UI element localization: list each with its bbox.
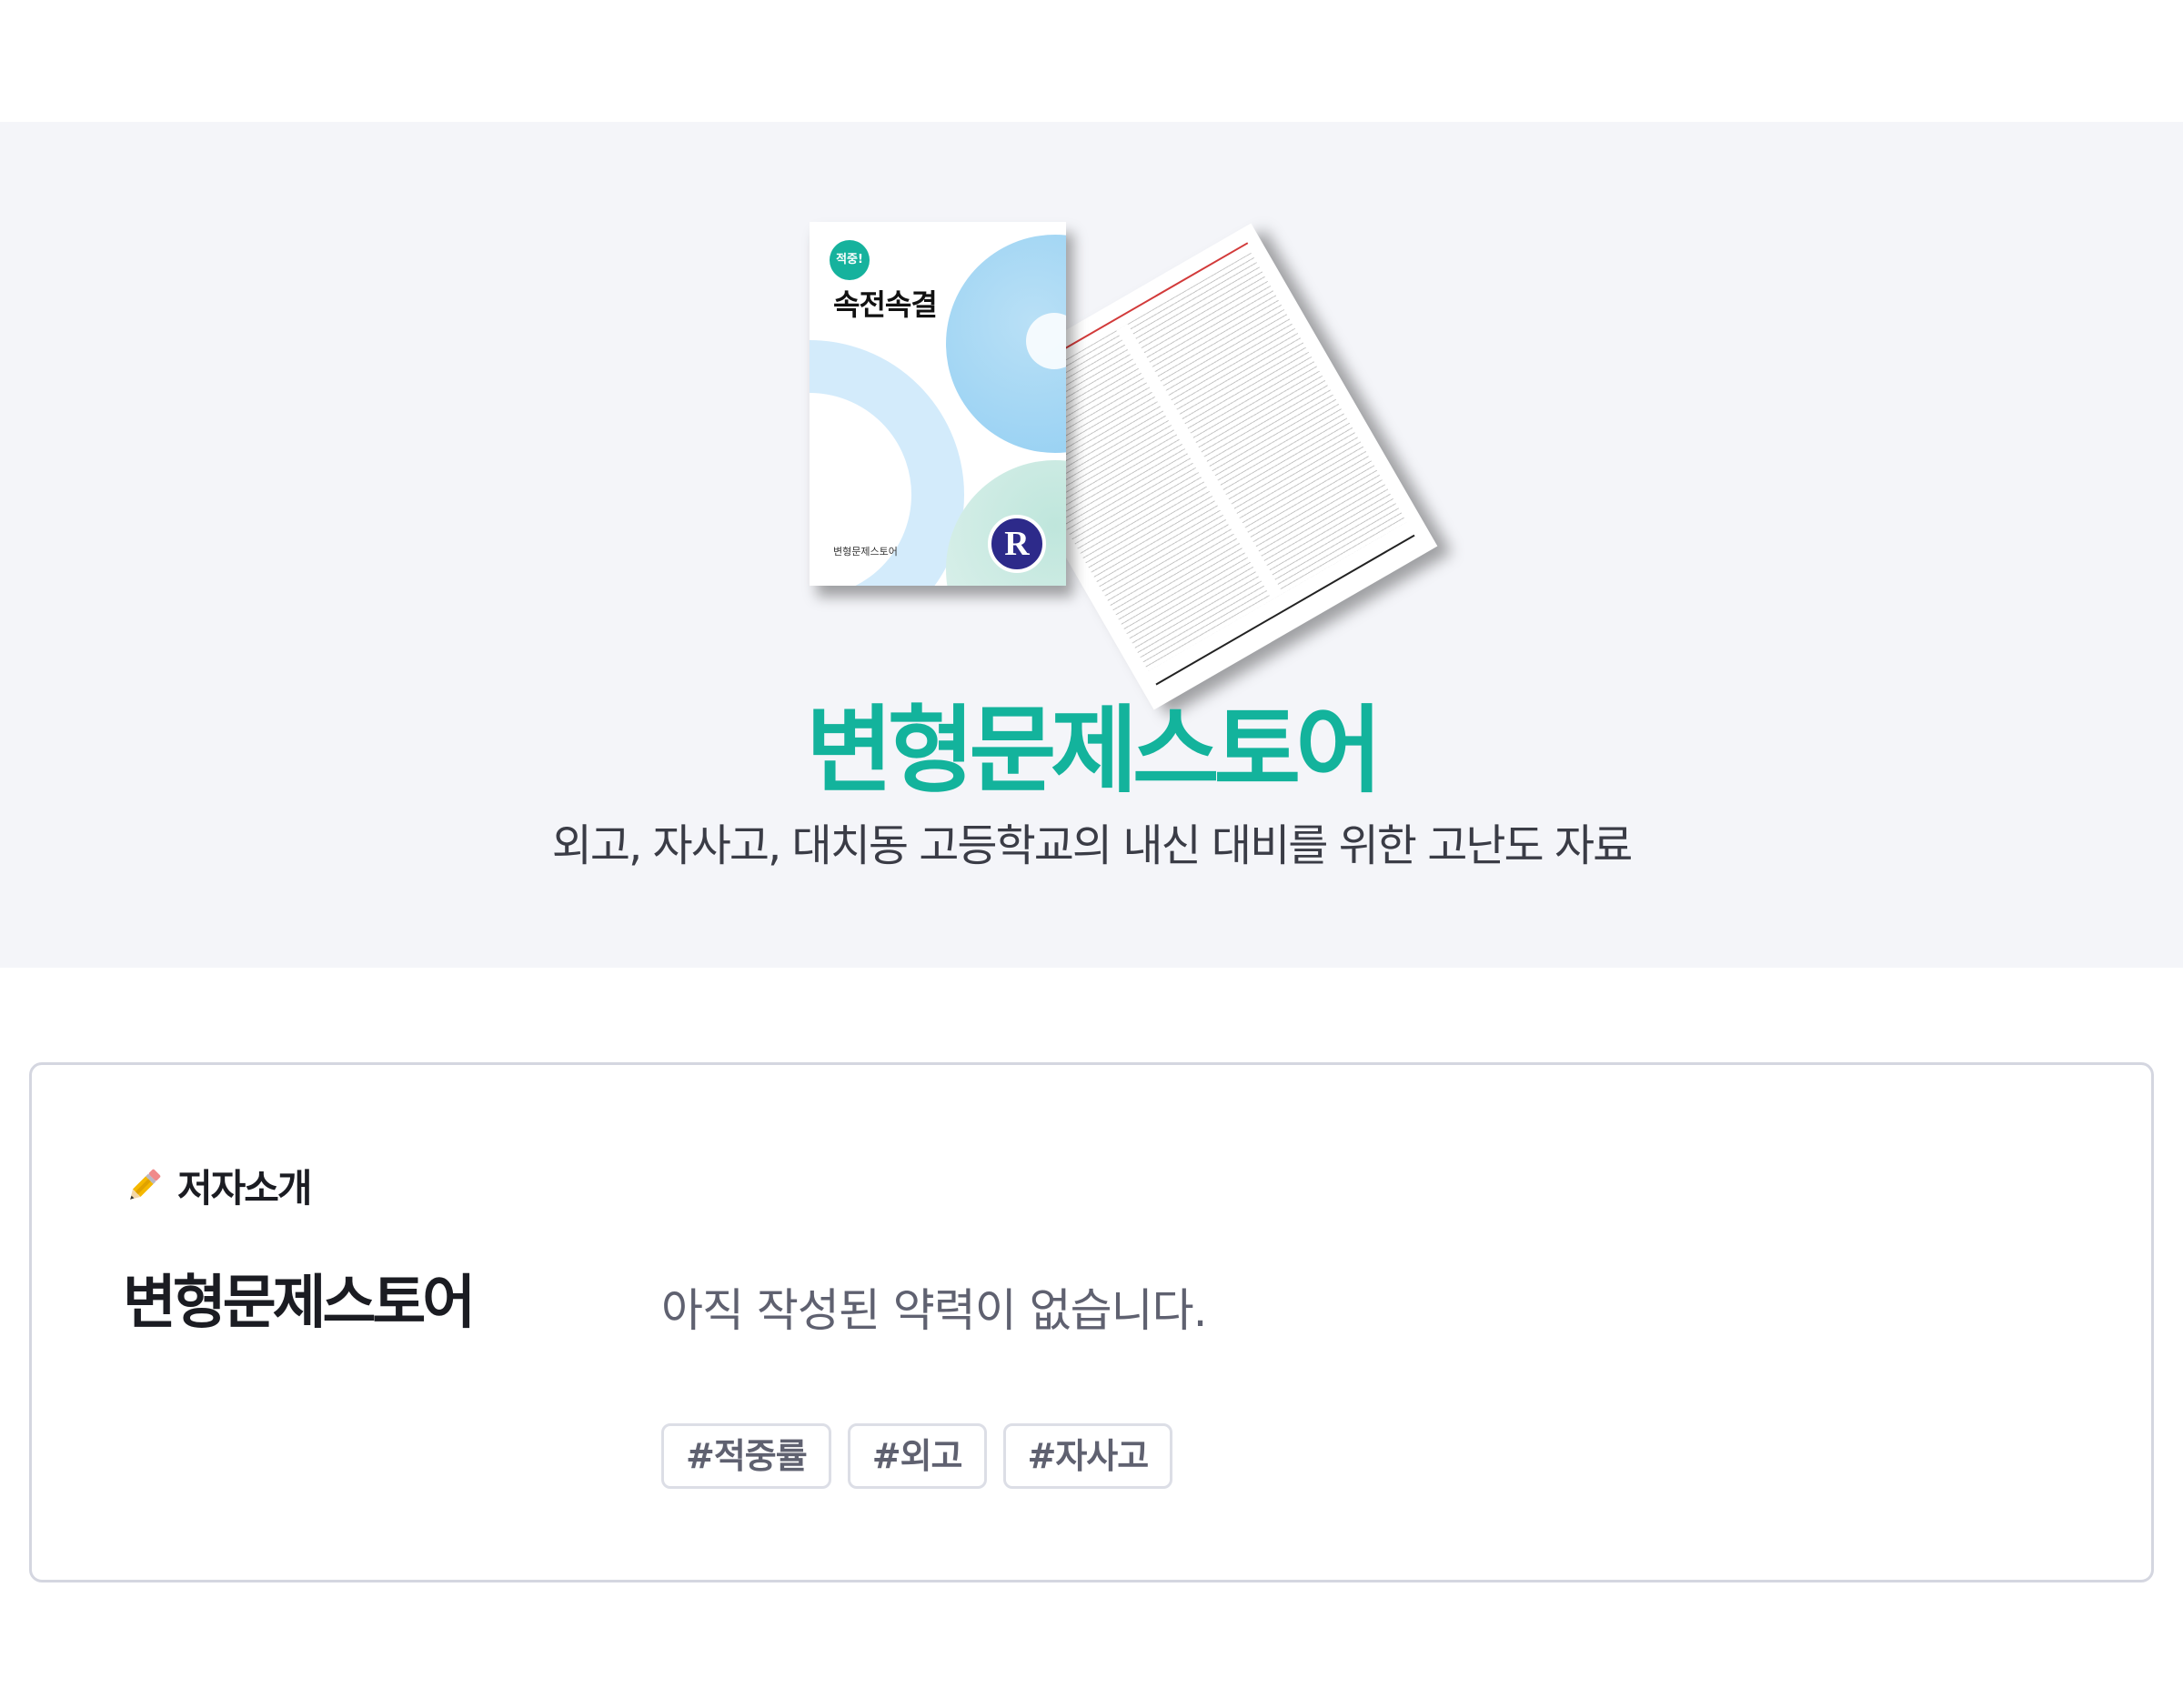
book-badge: 적중! [830,240,870,280]
book-publisher: 변형문제스토어 [833,546,898,558]
store-title: 변형문제스토어 [806,695,1383,806]
hero-illustration: 적중! 속전속결 변형문제스토어 R [800,207,1438,710]
tag-chip[interactable]: #외고 [847,1423,987,1489]
tag-chip[interactable]: #자사고 [1002,1423,1173,1489]
book-cover-image: 적중! 속전속결 변형문제스토어 R [810,222,1066,586]
author-card: 저자소개 변형문제스토어 아직 작성된 약력이 없습니다. #적중률 #외고 #… [29,1062,2154,1582]
author-section-header: 저자소개 [123,1158,313,1213]
store-subtitle: 외고, 자사고, 대치동 고등학교의 내신 대비를 위한 고난도 자료 [551,820,1634,871]
pencil-icon [130,1169,161,1200]
publisher-logo: R [988,515,1046,573]
tag-list: #적중률 #외고 #자사고 [661,1423,1173,1489]
author-bio: 아직 작성된 약력이 없습니다. [661,1284,1208,1337]
book-title: 속전속결 [833,287,938,322]
tag-chip[interactable]: #적중률 [661,1423,831,1489]
author-section-label: 저자소개 [177,1166,313,1211]
author-name: 변형문제스토어 [123,1270,476,1337]
